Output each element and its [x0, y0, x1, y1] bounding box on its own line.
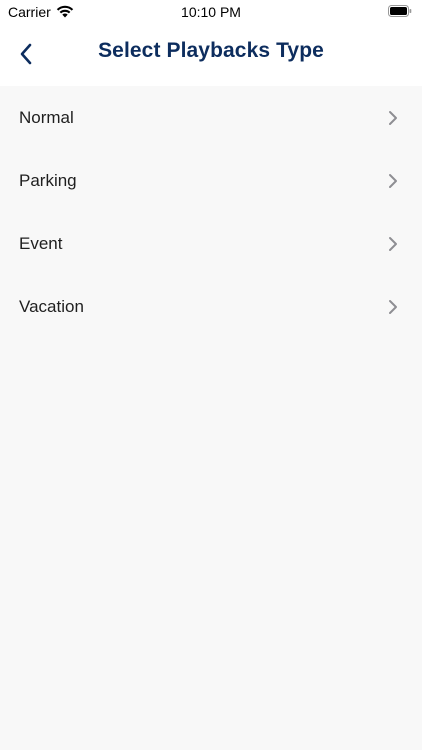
- status-bar: Carrier 10:10 PM: [0, 0, 422, 24]
- chevron-right-icon: [389, 299, 397, 314]
- battery-icon: [388, 5, 412, 17]
- list-item-label: Normal: [19, 107, 74, 127]
- status-time: 10:10 PM: [181, 4, 241, 20]
- list-item-label: Parking: [19, 170, 77, 190]
- screen: Carrier 10:10 PM Select Playbacks Type N…: [0, 0, 422, 750]
- navigation-bar: Select Playbacks Type: [0, 24, 422, 86]
- list-item-vacation[interactable]: Vacation: [0, 275, 422, 338]
- page-title: Select Playbacks Type: [98, 39, 324, 62]
- playback-type-list: Normal Parking Event Vacation: [0, 86, 422, 338]
- list-item-label: Vacation: [19, 296, 84, 316]
- list-item-label: Event: [19, 233, 63, 253]
- list-item-event[interactable]: Event: [0, 212, 422, 275]
- list-item-normal[interactable]: Normal: [0, 86, 422, 149]
- chevron-right-icon: [389, 173, 397, 188]
- chevron-right-icon: [389, 110, 397, 125]
- chevron-right-icon: [389, 236, 397, 251]
- list-item-parking[interactable]: Parking: [0, 149, 422, 212]
